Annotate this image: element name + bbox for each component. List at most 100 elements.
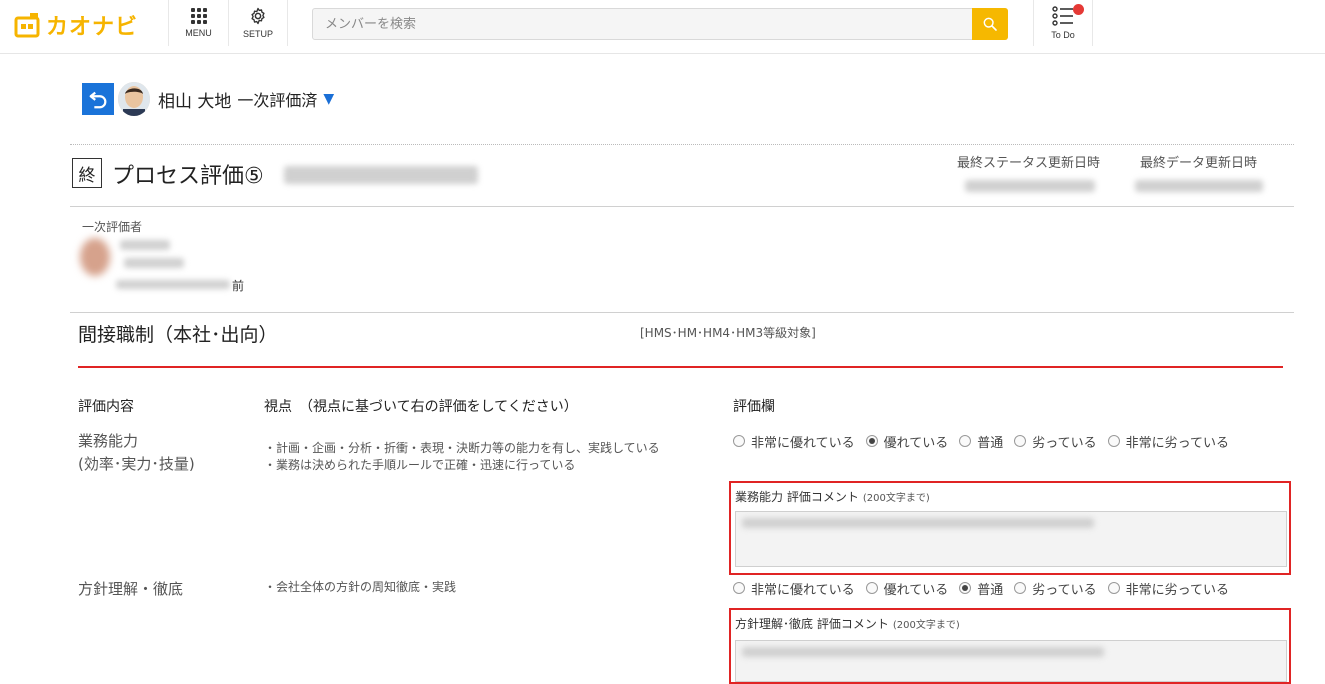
search-button[interactable]	[972, 8, 1008, 40]
rating-option-label: 非常に劣っている	[1125, 435, 1229, 451]
evaluator-label: 一次評価者	[82, 220, 143, 234]
redacted-evaluator-name	[120, 240, 170, 250]
back-arrow-icon	[89, 91, 107, 109]
radio-button[interactable]	[1014, 435, 1027, 447]
notification-dot	[1073, 4, 1084, 15]
todo-button[interactable]: To Do	[1033, 0, 1093, 46]
setup-button[interactable]: SETUP	[228, 0, 288, 46]
radio-button[interactable]	[1014, 582, 1027, 594]
gear-icon	[251, 7, 265, 25]
section-red-divider	[78, 366, 1283, 368]
rating-option-label: 普通	[977, 435, 1004, 451]
back-button[interactable]	[82, 83, 114, 115]
radio-button[interactable]	[733, 435, 745, 447]
evaluator-divider	[70, 312, 1294, 313]
item-title-subline: (効率･実力･技量)	[78, 455, 195, 473]
last-data-update-label: 最終データ更新日時	[1140, 156, 1258, 171]
rating-option[interactable]: 非常に優れている	[733, 579, 855, 598]
last-status-update-label: 最終ステータス更新日時	[957, 156, 1101, 171]
redacted-status-date	[965, 180, 1095, 192]
logo-mark-icon	[14, 12, 42, 38]
comment-box: 業務能力 評価コメント (200文字まで)	[729, 481, 1291, 575]
radio-button[interactable]	[1107, 582, 1120, 594]
item-desc-line: ・会社全体の方針の周知徹底・実践	[264, 580, 457, 594]
sheet-divider	[70, 206, 1294, 207]
rating-radio-group: 非常に優れている 優れている 普通 劣っている 非常に劣っている	[733, 432, 1240, 451]
item-description: ・会社全体の方針の周知徹底・実践	[264, 579, 456, 596]
menu-label: MENU	[185, 28, 212, 38]
radio-button[interactable]	[865, 582, 878, 594]
rating-option[interactable]: 優れている	[865, 432, 949, 451]
setup-label: SETUP	[242, 29, 273, 39]
rating-option[interactable]: 普通	[959, 432, 1003, 451]
redacted-comment	[742, 647, 1104, 657]
comment-label-text: 方針理解･徹底 評価コメント	[735, 617, 889, 631]
comment-textarea[interactable]	[735, 511, 1287, 567]
item-desc-line: ・業務は決められた手順ルールで正確・迅速に行っている	[264, 458, 576, 472]
person-name: 相山 大地	[158, 91, 232, 112]
rating-option-label: 非常に劣っている	[1125, 582, 1229, 598]
rating-option[interactable]: 普通	[959, 579, 1003, 598]
final-badge: 終	[72, 158, 102, 188]
item-title-line: 方針理解・徹底	[78, 580, 184, 598]
kaonavi-logo[interactable]: カオナビ	[14, 10, 138, 40]
menu-button[interactable]: MENU	[168, 0, 228, 46]
avatar[interactable]	[118, 82, 150, 116]
status-dropdown-icon[interactable]: ▼	[323, 91, 334, 107]
section-target-grades: [HMS･HM･HM4･HM3等級対象]	[640, 326, 816, 340]
sheet-title: プロセス評価⑤	[112, 164, 264, 189]
rating-option-label: 普通	[977, 582, 1004, 598]
evaluator-date-suffix: 前	[232, 279, 245, 293]
comment-limit: (200文字まで)	[892, 620, 960, 631]
comment-label: 方針理解･徹底 評価コメント (200文字まで)	[735, 615, 960, 632]
radio-button-selected[interactable]	[865, 435, 878, 447]
top-navigation-bar: カオナビ MENU SETUP メンバーを検索 To Do	[0, 0, 1325, 54]
evaluation-status: 一次評価済	[237, 91, 318, 110]
todo-label: To Do	[1051, 30, 1075, 40]
person-bar: 相山 大地 一次評価済 ▼	[82, 82, 334, 116]
rating-option-label: 優れている	[883, 435, 949, 451]
rating-option[interactable]: 非常に劣っている	[1107, 432, 1229, 451]
member-search-box	[312, 8, 1008, 40]
item-desc-line: ・計画・企画・分析・折衝・表現・決断力等の能力を有し、実践している	[264, 441, 660, 455]
rating-option-label: 劣っている	[1032, 435, 1097, 451]
radio-button[interactable]	[733, 582, 745, 594]
grid-menu-icon	[190, 8, 207, 24]
comment-limit: (200文字まで)	[862, 493, 930, 504]
rating-option[interactable]: 劣っている	[1014, 432, 1097, 451]
radio-button[interactable]	[1107, 435, 1120, 447]
member-search-input[interactable]	[313, 9, 973, 39]
rating-option[interactable]: 劣っている	[1014, 579, 1097, 598]
radio-button[interactable]	[959, 435, 972, 447]
dotted-divider	[70, 144, 1294, 145]
item-description: ・計画・企画・分析・折衝・表現・決断力等の能力を有し、実践している ・業務は決め…	[264, 440, 660, 474]
todo-list-icon	[1052, 6, 1073, 26]
item-title: 業務能力 (効率･実力･技量)	[78, 430, 195, 476]
redacted-period	[284, 166, 478, 184]
section-title: 間接職制（本社･出向）	[78, 324, 278, 346]
redacted-evaluator-dept	[124, 258, 184, 268]
evaluator-avatar	[80, 238, 110, 276]
redacted-evaluator-date	[116, 280, 230, 289]
rating-option-label: 劣っている	[1032, 582, 1097, 598]
column-header-content: 評価内容	[78, 399, 134, 415]
logo-text: カオナビ	[46, 15, 139, 40]
comment-textarea[interactable]	[735, 640, 1287, 682]
item-title: 方針理解・徹底	[78, 578, 183, 601]
rating-option[interactable]: 非常に優れている	[733, 432, 855, 451]
column-header-rating: 評価欄	[733, 399, 775, 415]
redacted-comment	[742, 518, 1094, 528]
rating-option[interactable]: 優れている	[865, 579, 949, 598]
item-title-line: 業務能力	[78, 432, 139, 450]
comment-box: 方針理解･徹底 評価コメント (200文字まで)	[729, 608, 1291, 684]
search-icon	[983, 17, 997, 31]
rating-radio-group: 非常に優れている 優れている 普通 劣っている 非常に劣っている	[733, 579, 1240, 598]
comment-label: 業務能力 評価コメント (200文字まで)	[735, 488, 930, 505]
rating-option-label: 非常に優れている	[751, 435, 855, 451]
rating-option-label: 優れている	[883, 582, 949, 598]
redacted-data-date	[1135, 180, 1263, 192]
column-header-viewpoint: 視点 （視点に基づいて右の評価をしてください）	[264, 399, 578, 415]
radio-button-selected[interactable]	[959, 582, 972, 594]
comment-label-text: 業務能力 評価コメント	[735, 490, 859, 504]
rating-option[interactable]: 非常に劣っている	[1107, 579, 1229, 598]
